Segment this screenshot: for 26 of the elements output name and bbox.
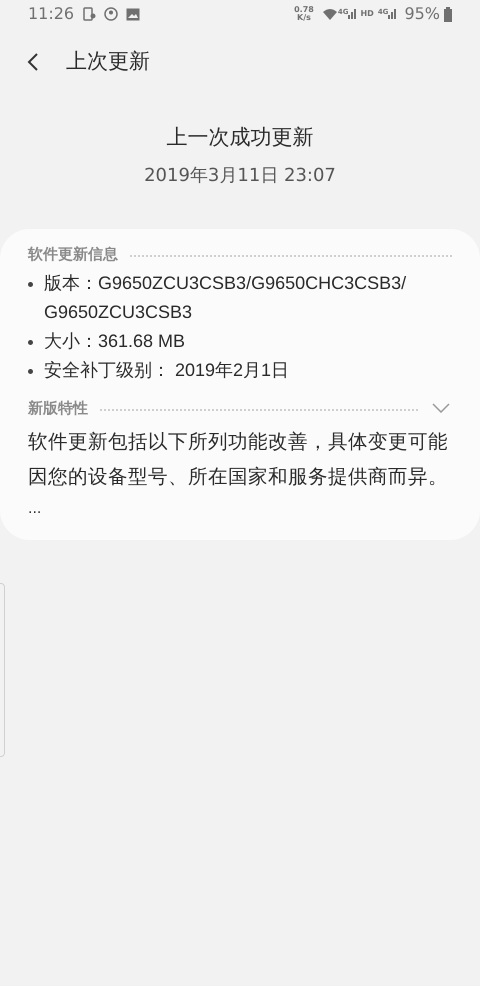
features-description: 软件更新包括以下所列功能改善，具体变更可能因您的设备型号、所在国家和服务提供商而异。 — [28, 428, 449, 490]
phone-icon — [82, 7, 96, 21]
battery-percent: 95% — [404, 3, 440, 25]
bullet-icon — [28, 282, 33, 287]
signal-icon — [348, 9, 356, 19]
network-speed: 0.78 K/s — [294, 6, 314, 22]
info-item: 版本：G9650ZCU3CSB3/G9650CHC3CSB3/G9650ZCU3CSB3 — [44, 272, 408, 324]
info-item: 大小：361.68 MB — [44, 330, 186, 353]
summary-heading: 上一次成功更新 — [166, 124, 314, 151]
section-heading: 新版特性 — [28, 398, 88, 419]
section-heading: 软件更新信息 — [28, 244, 118, 264]
update-date: 2019年3月11日 23:07 — [144, 164, 336, 188]
bullet-icon — [28, 340, 33, 345]
status-time: 11:26 — [28, 3, 74, 25]
info-item: 安全补丁级别： 2019年2月1日 — [44, 359, 290, 382]
battery-icon — [444, 6, 452, 22]
hd-label: HD — [360, 8, 374, 20]
back-icon — [27, 52, 39, 72]
more-text: ... — [28, 500, 42, 518]
profile-icon — [104, 7, 118, 21]
expand-button[interactable] — [430, 401, 452, 416]
image-icon — [126, 8, 140, 20]
bullet-icon — [28, 369, 33, 374]
wifi-icon — [322, 8, 338, 20]
signal-icon — [388, 9, 396, 19]
page-title: 上次更新 — [66, 48, 150, 76]
